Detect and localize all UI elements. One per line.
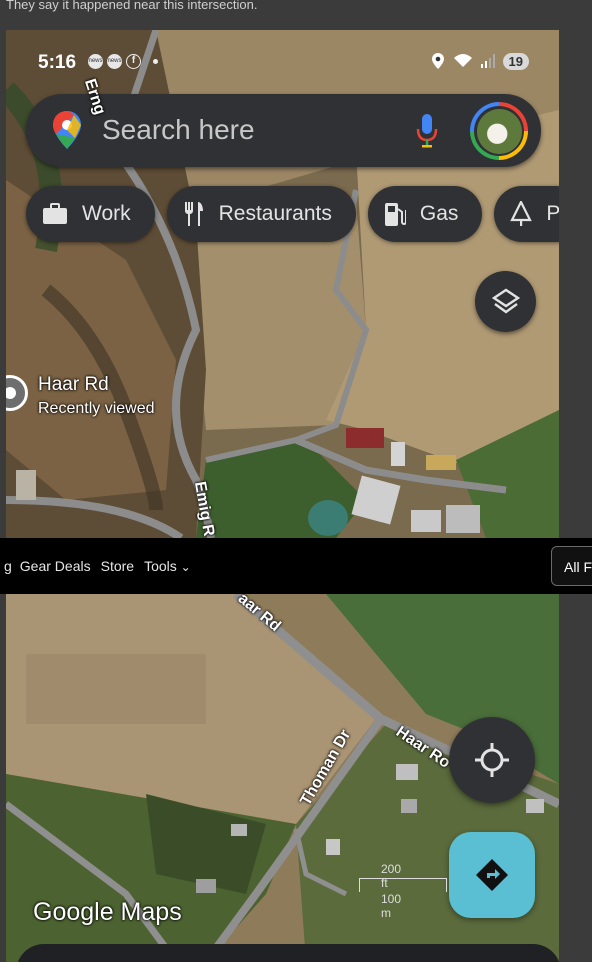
avatar-photo xyxy=(476,108,522,154)
search-placeholder: Search here xyxy=(102,114,255,145)
fork-knife-icon xyxy=(184,202,203,226)
more-notifications-dot xyxy=(153,59,158,64)
nav-item-store[interactable]: Store xyxy=(101,558,134,574)
nav-item-tools[interactable]: Tools ⌄ xyxy=(144,558,191,574)
category-chips: Work Restaurants Gas P xyxy=(26,186,559,242)
chip-restaurants[interactable]: Restaurants xyxy=(166,186,356,242)
crosshair-icon xyxy=(475,743,509,777)
chip-parks-label: P xyxy=(546,202,559,225)
scale-bar xyxy=(359,878,447,892)
layers-button[interactable] xyxy=(475,271,536,332)
battery-indicator: 19 xyxy=(502,52,529,70)
directions-button[interactable] xyxy=(449,832,535,918)
site-nav: g Gear Deals Store Tools ⌄ xyxy=(4,558,191,574)
chevron-down-icon: ⌄ xyxy=(180,560,191,574)
microphone-icon[interactable] xyxy=(416,113,438,149)
bottom-map-screenshot: aar Rd Thoman Dr Haar Ro 200 ft 100 m Go… xyxy=(6,594,559,962)
chip-restaurants-label: Restaurants xyxy=(218,202,332,225)
location-icon xyxy=(431,53,444,69)
place-name[interactable]: Haar Rd xyxy=(38,374,109,396)
page: They say it happened near this intersect… xyxy=(0,0,592,962)
top-map-screenshot: 5:16 news news f 19 Search here Work Res… xyxy=(6,30,559,538)
nav-item-gear-deals[interactable]: Gear Deals xyxy=(20,558,91,574)
website-nav-bar: g Gear Deals Store Tools ⌄ All F xyxy=(0,538,592,594)
chip-parks[interactable]: P xyxy=(494,186,559,242)
signal-icon xyxy=(480,54,495,68)
google-maps-pin-icon xyxy=(53,111,81,149)
post-caption: They say it happened near this intersect… xyxy=(6,0,258,12)
news-icon: news xyxy=(107,54,122,69)
all-forums-button[interactable]: All F xyxy=(551,546,592,586)
google-maps-logo: Google Maps xyxy=(33,898,182,926)
news-icon: news xyxy=(88,54,103,69)
scale-meters: 100 m xyxy=(381,892,402,920)
tree-icon xyxy=(510,201,533,226)
briefcase-icon xyxy=(43,203,67,224)
account-avatar[interactable] xyxy=(470,102,528,160)
status-system-icons: 19 xyxy=(431,52,529,70)
chip-gas-label: Gas xyxy=(419,202,459,225)
status-time: 5:16 xyxy=(38,52,77,73)
wifi-icon xyxy=(453,54,472,67)
status-notification-icons: news news f xyxy=(88,54,158,69)
bottom-sheet[interactable] xyxy=(16,944,559,962)
chip-work[interactable]: Work xyxy=(26,186,155,242)
nav-item-truncated[interactable]: g xyxy=(4,558,12,574)
nav-item-tools-label: Tools xyxy=(144,558,177,574)
chip-gas[interactable]: Gas xyxy=(367,186,483,242)
layers-icon xyxy=(491,288,520,313)
my-location-button[interactable] xyxy=(449,717,535,803)
directions-icon xyxy=(476,859,508,891)
facebook-icon: f xyxy=(126,54,141,69)
place-subtitle: Recently viewed xyxy=(38,400,155,417)
chip-work-label: Work xyxy=(82,202,131,225)
gas-pump-icon xyxy=(384,203,406,226)
